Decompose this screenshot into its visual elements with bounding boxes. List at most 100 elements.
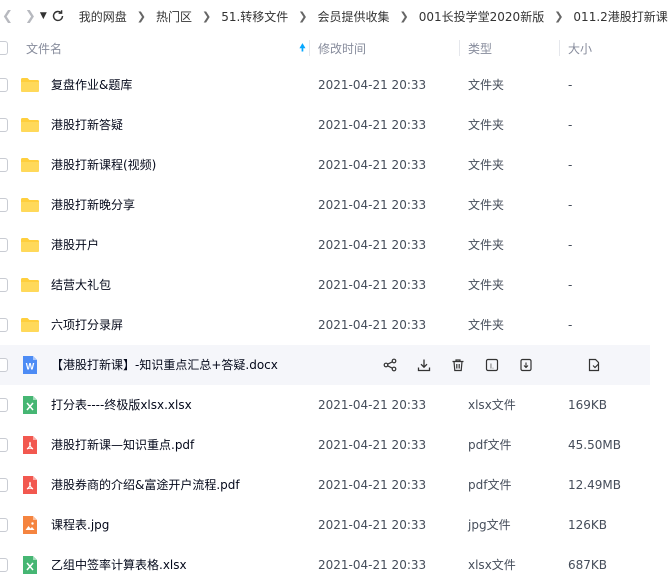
- table-row[interactable]: 港股开户 2021-04-21 20:33 文件夹 -: [0, 225, 668, 265]
- file-name[interactable]: 结营大礼包: [51, 265, 111, 305]
- modified-time: 2021-04-21 20:33: [318, 438, 427, 452]
- table-row[interactable]: 港股券商的介绍&富途开户流程.pdf 2021-04-21 20:33 pdf文件 1…: [0, 465, 668, 505]
- history-dropdown-icon[interactable]: ▼: [40, 4, 47, 28]
- row-checkbox[interactable]: [0, 478, 8, 492]
- column-divider[interactable]: [459, 40, 460, 56]
- file-size: -: [568, 278, 573, 292]
- file-size: -: [568, 198, 573, 212]
- table-row[interactable]: 课程表.jpg 2021-04-21 20:33 jpg文件 126KB: [0, 505, 668, 545]
- file-size: 126KB: [568, 518, 608, 532]
- file-size: -: [568, 78, 573, 92]
- file-size: 687KB: [568, 558, 608, 572]
- column-header-size[interactable]: 大小: [568, 33, 592, 63]
- file-size: -: [568, 238, 573, 252]
- row-checkbox[interactable]: [0, 158, 8, 172]
- file-type: 文件夹: [468, 318, 505, 332]
- download-icon[interactable]: [414, 355, 434, 375]
- file-name[interactable]: 港股打新晚分享: [51, 185, 135, 225]
- file-name[interactable]: 打分表----终极版xlsx.xlsx: [51, 385, 192, 425]
- file-type: 文件夹: [468, 158, 505, 172]
- row-checkbox[interactable]: [0, 238, 8, 252]
- breadcrumb-separator-icon: ❯: [136, 9, 146, 23]
- table-row[interactable]: W 【港股打新课】-知识重点汇总+答疑.docx I.: [0, 345, 650, 385]
- breadcrumb-item[interactable]: 001长投学堂2020新版: [419, 8, 544, 25]
- modified-time: 2021-04-21 20:33: [318, 78, 427, 92]
- refresh-icon[interactable]: [51, 4, 65, 28]
- file-name[interactable]: 港股打新课程(视频): [51, 145, 156, 185]
- modified-time: 2021-04-21 20:33: [318, 558, 427, 572]
- file-list-header: 文件名 🠝 修改时间 类型 大小: [0, 33, 668, 63]
- row-checkbox[interactable]: [0, 518, 8, 532]
- breadcrumb-item[interactable]: 会员提供收集: [318, 8, 390, 25]
- file-name[interactable]: 【港股打新课】-知识重点汇总+答疑.docx: [51, 345, 278, 385]
- folder-icon: [20, 155, 40, 175]
- delete-icon[interactable]: [448, 355, 468, 375]
- row-checkbox[interactable]: [0, 78, 8, 92]
- row-checkbox[interactable]: [0, 278, 8, 292]
- table-row[interactable]: 打分表----终极版xlsx.xlsx 2021-04-21 20:33 xlsx文…: [0, 385, 668, 425]
- pdf-file-icon: [20, 475, 40, 495]
- breadcrumb-separator-icon: ❯: [201, 9, 212, 23]
- modified-time: 2021-04-21 20:33: [318, 198, 427, 212]
- file-type: 文件夹: [468, 238, 505, 252]
- modified-time: 2021-04-21 20:33: [318, 158, 427, 172]
- modified-time: 2021-04-21 20:33: [318, 278, 427, 292]
- sort-ascending-icon[interactable]: 🠝: [299, 39, 306, 58]
- table-row[interactable]: 港股打新课—知识重点.pdf 2021-04-21 20:33 pdf文件 45.50…: [0, 425, 668, 465]
- table-row[interactable]: 乙组中签率计算表格.xlsx 2021-04-21 20:33 xlsx文件 687K…: [0, 545, 668, 585]
- table-row[interactable]: 港股打新课程(视频) 2021-04-21 20:33 文件夹 -: [0, 145, 668, 185]
- select-all-checkbox[interactable]: [0, 41, 8, 55]
- table-row[interactable]: 港股打新晚分享 2021-04-21 20:33 文件夹 -: [0, 185, 668, 225]
- breadcrumb: 我的网盘 ❯ 热门区 ❯ 51.转移文件 ❯ 会员提供收集 ❯ 001长投学堂2…: [79, 8, 668, 25]
- modified-time: 2021-04-21 20:33: [318, 518, 427, 532]
- breadcrumb-item[interactable]: 热门区: [156, 8, 192, 25]
- file-name[interactable]: 复盘作业&题库: [51, 65, 132, 105]
- file-name[interactable]: 六项打分录屏: [51, 305, 123, 345]
- forward-icon[interactable]: ❯: [25, 4, 36, 28]
- row-checkbox[interactable]: [0, 398, 8, 412]
- file-type: pdf文件: [468, 478, 512, 492]
- column-header-name-label: 文件名: [26, 41, 63, 56]
- more-icon[interactable]: [584, 355, 604, 375]
- file-name[interactable]: 乙组中签率计算表格.xlsx: [51, 545, 187, 585]
- file-name[interactable]: 港股打新课—知识重点.pdf: [51, 425, 194, 465]
- share-icon[interactable]: [380, 355, 400, 375]
- breadcrumb-item[interactable]: 51.转移文件: [221, 8, 288, 25]
- file-name[interactable]: 港股打新答疑: [51, 105, 123, 145]
- column-header-type[interactable]: 类型: [468, 33, 492, 63]
- column-header-time[interactable]: 修改时间: [318, 33, 366, 63]
- table-row[interactable]: 港股打新答疑 2021-04-21 20:33 文件夹 -: [0, 105, 668, 145]
- table-row[interactable]: 结营大礼包 2021-04-21 20:33 文件夹 -: [0, 265, 668, 305]
- file-name[interactable]: 课程表.jpg: [51, 505, 109, 545]
- row-checkbox[interactable]: [0, 358, 8, 372]
- column-header-name[interactable]: 文件名 🠝: [26, 33, 308, 63]
- column-header-size-label: 大小: [568, 41, 593, 56]
- modified-time: 2021-04-21 20:33: [318, 478, 427, 492]
- row-checkbox[interactable]: [0, 198, 8, 212]
- image-file-icon: [20, 515, 40, 535]
- back-icon[interactable]: ❮: [2, 4, 13, 28]
- pdf-file-icon: [20, 435, 40, 455]
- file-name[interactable]: 港股开户: [51, 225, 99, 265]
- file-type: xlsx文件: [468, 558, 516, 572]
- file-size: -: [568, 318, 573, 332]
- move-icon[interactable]: [516, 355, 536, 375]
- table-row[interactable]: 复盘作业&题库 2021-04-21 20:33 文件夹 -: [0, 65, 668, 105]
- rename-icon[interactable]: I.: [482, 355, 502, 375]
- table-row[interactable]: 六项打分录屏 2021-04-21 20:33 文件夹 -: [0, 305, 668, 345]
- breadcrumb-item-current[interactable]: 011.2港股打新课2: [573, 8, 668, 25]
- row-checkbox[interactable]: [0, 438, 8, 452]
- file-type: xlsx文件: [468, 398, 516, 412]
- column-header-time-label: 修改时间: [318, 41, 367, 56]
- file-name[interactable]: 港股券商的介绍&富途开户流程.pdf: [51, 465, 240, 505]
- row-checkbox[interactable]: [0, 318, 8, 332]
- column-divider[interactable]: [309, 40, 310, 56]
- file-type: 文件夹: [468, 78, 505, 92]
- file-type: 文件夹: [468, 278, 505, 292]
- breadcrumb-separator-icon: ❯: [399, 9, 409, 23]
- column-divider[interactable]: [559, 40, 560, 56]
- row-checkbox[interactable]: [0, 118, 8, 132]
- breadcrumb-item[interactable]: 我的网盘: [79, 8, 127, 25]
- folder-icon: [20, 235, 40, 255]
- row-checkbox[interactable]: [0, 558, 8, 572]
